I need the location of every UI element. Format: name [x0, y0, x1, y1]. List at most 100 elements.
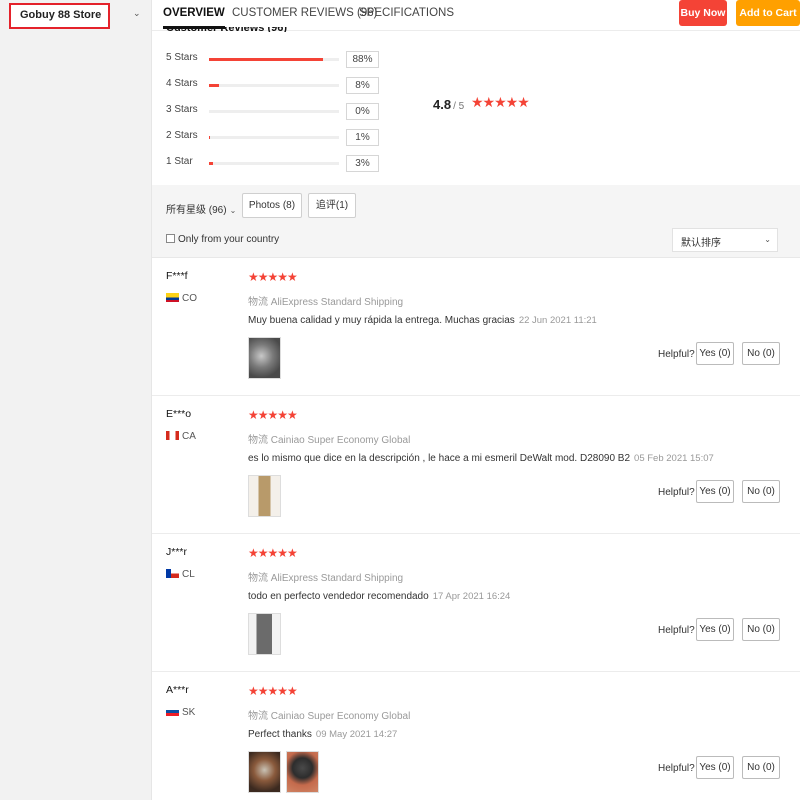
- country-filter-label: Only from your country: [178, 234, 280, 245]
- helpful-label: Helpful?: [658, 763, 695, 774]
- distribution-percent: 8%: [346, 77, 379, 94]
- distribution-bar: [209, 84, 339, 87]
- reviewer-name: A***r: [166, 684, 189, 696]
- distribution-label: 4 Stars: [166, 78, 198, 89]
- tab-customer-reviews[interactable]: CUSTOMER REVIEWS (96): [232, 7, 377, 19]
- reviews-heading-clipped: Customer Reviews (96): [166, 27, 287, 32]
- sort-dropdown[interactable]: 默认排序 ⌄: [672, 228, 778, 252]
- reviewer-country: SK: [166, 707, 195, 718]
- colombia-flag-icon: [166, 293, 179, 302]
- chevron-down-icon[interactable]: ⌄: [133, 8, 141, 19]
- store-name[interactable]: Gobuy 88 Store: [9, 3, 110, 29]
- country-code: CA: [182, 431, 196, 442]
- star-rating-icon: ★★★★★: [471, 94, 530, 110]
- chevron-down-icon: ⌄: [229, 206, 237, 215]
- tab-specifications[interactable]: SPECIFICATIONS: [359, 7, 454, 19]
- sort-label: 默认排序: [681, 238, 721, 249]
- review-photo[interactable]: [286, 751, 319, 793]
- country-filter[interactable]: Only from your country: [166, 234, 279, 245]
- review-filter-bar: 所有星级 (96) ⌄ Photos (8) 追评(1) Only from yo…: [152, 185, 800, 258]
- distribution-percent: 88%: [346, 51, 379, 68]
- chile-flag-icon: [166, 569, 179, 578]
- distribution-row[interactable]: 5 Stars 88%: [166, 51, 381, 68]
- photos-filter-button[interactable]: Photos (8): [242, 193, 302, 218]
- helpful-yes-button[interactable]: Yes (0): [696, 480, 734, 503]
- helpful-no-button[interactable]: No (0): [742, 756, 780, 779]
- distribution-row[interactable]: 3 Stars 0%: [166, 103, 381, 120]
- distribution-bar-fill: [209, 58, 324, 61]
- distribution-row[interactable]: 2 Stars 1%: [166, 129, 381, 146]
- review-photo[interactable]: [248, 751, 281, 793]
- review-body: todo en perfecto vendedor recomendado: [248, 591, 429, 602]
- store-sidebar: Gobuy 88 Store ⌄: [0, 0, 152, 800]
- distribution-label: 5 Stars: [166, 52, 198, 63]
- helpful-label: Helpful?: [658, 349, 695, 360]
- distribution-bar-fill: [209, 84, 220, 87]
- distribution-bar-fill: [209, 136, 211, 139]
- add-to-cart-button[interactable]: Add to Cart: [736, 0, 800, 26]
- average-rating-max: / 5: [453, 101, 465, 112]
- helpful-yes-button[interactable]: Yes (0): [696, 342, 734, 365]
- distribution-percent: 3%: [346, 155, 379, 172]
- helpful-yes-button[interactable]: Yes (0): [696, 756, 734, 779]
- helpful-no-button[interactable]: No (0): [742, 618, 780, 641]
- review-date: 17 Apr 2021 16:24: [432, 591, 511, 602]
- rating-filter-dropdown[interactable]: 所有星级 (96) ⌄: [166, 201, 236, 216]
- reviewer-country: CA: [166, 431, 196, 442]
- review-text: Perfect thanks 09 May 2021 14:27: [248, 729, 397, 740]
- review-item: A***r SK ★★★★★ 物流 Cainiao Super Economy …: [152, 672, 800, 800]
- review-text: todo en perfecto vendedor recomendado 17 …: [248, 591, 510, 602]
- review-item: E***o CA ★★★★★ 物流 Cainiao Super Economy …: [152, 396, 800, 534]
- distribution-bar: [209, 136, 339, 139]
- rating-filter-label: 所有星级 (96): [166, 205, 227, 216]
- distribution-label: 3 Stars: [166, 104, 198, 115]
- shipping-method: 物流 AliExpress Standard Shipping: [248, 573, 404, 584]
- helpful-label: Helpful?: [658, 625, 695, 636]
- reviewer-name: E***o: [166, 408, 192, 420]
- review-photo[interactable]: [248, 337, 281, 379]
- reviewer-country: CL: [166, 569, 195, 580]
- average-rating: 4.8/ 5: [433, 97, 464, 112]
- shipping-method: 物流 Cainiao Super Economy Global: [248, 711, 411, 722]
- review-item: F***f CO ★★★★★ 物流 AliExpress Standard Sh…: [152, 258, 800, 396]
- review-text: es lo mismo que dice en la descripción ,…: [248, 453, 714, 464]
- country-code: CO: [182, 293, 197, 304]
- distribution-label: 1 Star: [166, 156, 193, 167]
- distribution-bar: [209, 58, 339, 61]
- additional-review-filter-button[interactable]: 追评(1): [308, 193, 356, 218]
- country-code: CL: [182, 569, 195, 580]
- country-code: SK: [182, 707, 196, 718]
- distribution-percent: 1%: [346, 129, 379, 146]
- distribution-bar-fill: [209, 162, 213, 165]
- distribution-row[interactable]: 1 Star 3%: [166, 155, 381, 172]
- review-photo[interactable]: [248, 613, 281, 655]
- review-stars-icon: ★★★★★: [248, 270, 298, 284]
- review-date: 05 Feb 2021 15:07: [634, 453, 714, 464]
- helpful-yes-button[interactable]: Yes (0): [696, 618, 734, 641]
- slovakia-flag-icon: [166, 707, 179, 716]
- country-checkbox[interactable]: [166, 234, 175, 243]
- canada-flag-icon: [166, 431, 179, 440]
- helpful-label: Helpful?: [658, 487, 695, 498]
- buy-now-button[interactable]: Buy Now: [679, 0, 727, 26]
- distribution-bar: [209, 162, 339, 165]
- helpful-no-button[interactable]: No (0): [742, 480, 780, 503]
- shipping-method: 物流 AliExpress Standard Shipping: [248, 297, 404, 308]
- distribution-row[interactable]: 4 Stars 8%: [166, 77, 381, 94]
- average-rating-value: 4.8: [433, 97, 452, 112]
- review-photo[interactable]: [248, 475, 281, 517]
- review-body: Muy buena calidad y muy rápida la entreg…: [248, 315, 515, 326]
- review-text: Muy buena calidad y muy rápida la entreg…: [248, 315, 597, 326]
- tab-overview[interactable]: OVERVIEW: [163, 7, 225, 29]
- review-body: es lo mismo que dice en la descripción ,…: [248, 453, 631, 464]
- distribution-label: 2 Stars: [166, 130, 198, 141]
- reviewer-name: F***f: [166, 270, 188, 282]
- reviewer-name: J***r: [166, 546, 188, 558]
- shipping-method: 物流 Cainiao Super Economy Global: [248, 435, 411, 446]
- distribution-percent: 0%: [346, 103, 379, 120]
- review-stars-icon: ★★★★★: [248, 408, 298, 422]
- distribution-bar: [209, 110, 339, 113]
- helpful-no-button[interactable]: No (0): [742, 342, 780, 365]
- review-stars-icon: ★★★★★: [248, 546, 298, 560]
- reviewer-country: CO: [166, 293, 197, 304]
